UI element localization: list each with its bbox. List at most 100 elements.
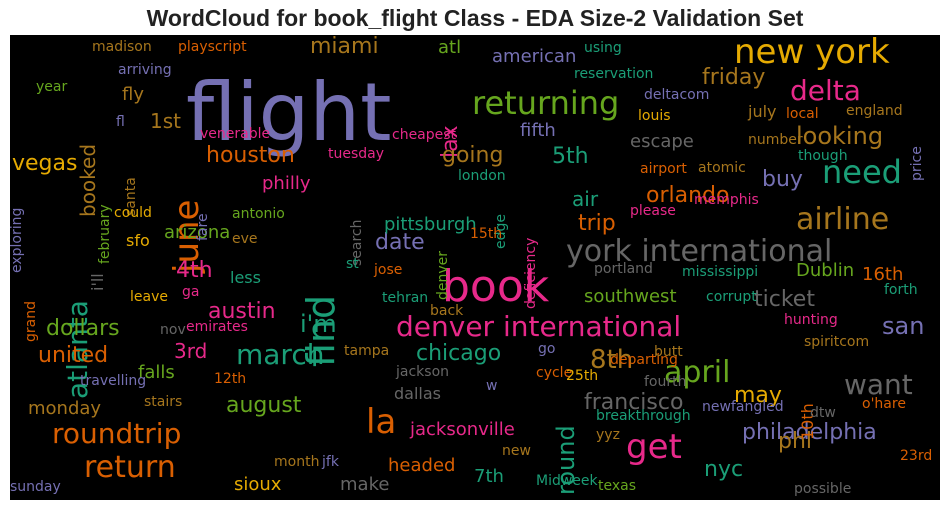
cloud-word: fourth — [644, 374, 687, 390]
cloud-word: 4th — [176, 258, 213, 283]
cloud-word: trip — [578, 211, 616, 236]
cloud-word: dollars — [46, 316, 120, 341]
cloud-word: corrupt — [706, 289, 757, 305]
cloud-word: mississippi — [682, 264, 759, 280]
cloud-word: going — [442, 143, 504, 168]
cloud-word: ga — [182, 284, 200, 300]
cloud-word: dtw — [810, 405, 836, 421]
cloud-word: american — [492, 46, 577, 67]
cloud-word: please — [630, 203, 676, 219]
cloud-word: possible — [794, 481, 852, 497]
cloud-word: denver — [435, 250, 451, 300]
cloud-word: august — [226, 393, 302, 418]
cloud-word: newfangled — [702, 399, 784, 415]
cloud-word: Midweek — [536, 473, 598, 489]
cloud-word: 3rd — [174, 339, 208, 363]
cloud-word: fifth — [520, 120, 556, 141]
cloud-word: arriving — [118, 62, 172, 78]
cloud-word: year — [36, 79, 68, 95]
cloud-word: playscript — [178, 39, 247, 55]
cloud-word: delta — [790, 74, 861, 107]
cloud-word: spiritcom — [804, 334, 870, 350]
cloud-word: venerable — [200, 126, 271, 142]
cloud-word: atomic — [698, 160, 746, 176]
cloud-word: though — [798, 148, 848, 164]
cloud-word: united — [38, 343, 109, 368]
cloud-word: w — [486, 378, 498, 394]
cloud-word: local — [786, 106, 819, 122]
cloud-word: sioux — [234, 474, 282, 495]
cloud-word: southwest — [584, 286, 677, 307]
cloud-word: portland — [594, 261, 653, 277]
word-cloud: flight book new york returning delta need airl… — [10, 35, 940, 500]
cloud-word: antonio — [232, 206, 285, 222]
cloud-word: nyc — [704, 457, 744, 482]
cloud-word: san — [882, 312, 925, 340]
cloud-word: i'll — [88, 273, 107, 291]
cloud-word: using — [584, 40, 622, 56]
cloud-word: 23rd — [900, 448, 933, 464]
cloud-word: reservation — [574, 66, 654, 82]
cloud-word: monday — [28, 398, 102, 419]
cloud-word: breakthrough — [596, 408, 691, 424]
cloud-word: fly — [122, 84, 144, 105]
cloud-word: 5th — [552, 144, 589, 169]
cloud-word: 1st — [150, 109, 181, 133]
cloud-word: departing — [610, 352, 678, 368]
cloud-word: air — [572, 187, 599, 211]
cloud-word: make — [340, 474, 390, 495]
cloud-word: forth — [884, 282, 918, 298]
cloud-word: february — [97, 204, 113, 264]
cloud-word: yyz — [596, 427, 620, 443]
cloud-word: 25th — [566, 368, 599, 384]
cloud-word: Dublin — [796, 260, 855, 281]
cloud-word: chicago — [416, 341, 502, 366]
cloud-word: memphis — [694, 192, 759, 208]
cloud-word: houston — [206, 143, 295, 168]
cloud-word: march — [236, 338, 325, 371]
cloud-word: escape — [630, 131, 694, 152]
cloud-word: tehran — [382, 290, 429, 306]
cloud-word: sunday — [10, 479, 61, 495]
cloud-word: roundtrip — [52, 417, 182, 450]
cloud-word: airport — [640, 161, 687, 177]
cloud-word: st — [346, 256, 359, 272]
cloud-word: miami — [310, 35, 379, 59]
cloud-word: 15th — [470, 226, 503, 242]
cloud-word: stairs — [144, 394, 183, 410]
cloud-word: exploring — [10, 207, 25, 273]
cloud-word: louis — [638, 108, 671, 124]
cloud-word: cheapest — [392, 127, 457, 143]
cloud-word: england — [846, 103, 903, 119]
cloud-word: new york — [734, 35, 890, 72]
cloud-word: o'hare — [862, 396, 906, 412]
cloud-word: nov — [160, 322, 186, 338]
cloud-word: number — [748, 132, 803, 148]
cloud-word: back — [430, 303, 464, 319]
cloud-word: philly — [262, 173, 311, 194]
cloud-word: month — [274, 454, 320, 470]
cloud-word: want — [844, 368, 913, 401]
cloud-word: leave — [130, 289, 168, 305]
cloud-word: returning — [472, 84, 620, 122]
cloud-word: vegas — [12, 151, 78, 176]
chart-title: WordCloud for book_flight Class - EDA Si… — [146, 5, 804, 31]
cloud-word: deltacom — [644, 87, 710, 103]
cloud-word: ticket — [754, 287, 815, 312]
cloud-word: atl — [438, 37, 462, 58]
cloud-word: airline — [796, 202, 890, 237]
cloud-word: booked — [76, 143, 100, 217]
cloud-word: jackson — [396, 364, 450, 380]
cloud-word: 12th — [214, 371, 247, 387]
cloud-word: dallas — [394, 384, 441, 403]
cloud-word: looking — [796, 122, 884, 150]
cloud-word: madison — [92, 39, 152, 55]
cloud-word: tuesday — [328, 146, 385, 162]
cloud-word: grand — [23, 301, 39, 342]
cloud-word: eve — [232, 231, 258, 247]
cloud-word: travelling — [80, 373, 147, 389]
cloud-word: fare — [195, 213, 211, 241]
cloud-word: could — [114, 205, 152, 221]
cloud-word: jfk — [322, 454, 339, 470]
cloud-word: la — [366, 402, 397, 442]
